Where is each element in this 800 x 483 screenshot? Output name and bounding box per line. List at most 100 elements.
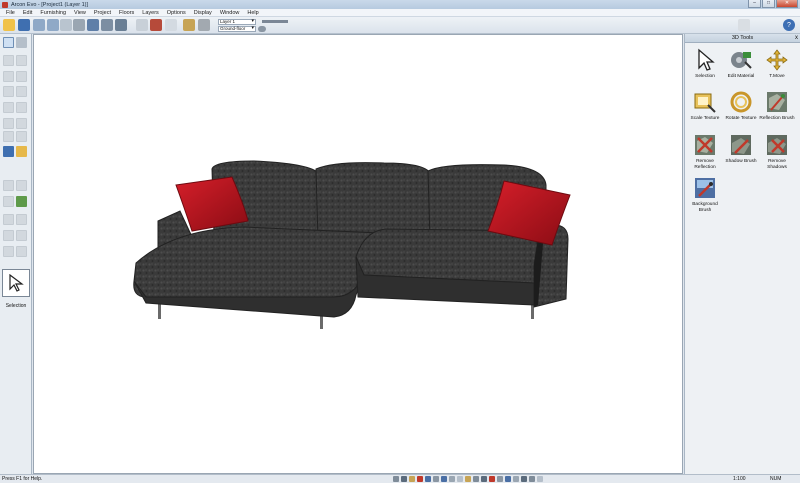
window-title: Arcon Evo - [Project1 (Layer 1)]: [11, 1, 89, 8]
screen-icon[interactable]: [101, 19, 113, 31]
pointer-plus-icon[interactable]: [16, 37, 27, 48]
light-icon[interactable]: [513, 476, 519, 482]
object-icon[interactable]: [473, 476, 479, 482]
line-tool-icon[interactable]: [3, 230, 14, 241]
column-tool-icon[interactable]: [3, 131, 14, 142]
tool-label: Remove Shadows: [767, 159, 787, 170]
undo-icon[interactable]: [33, 19, 45, 31]
panel-close-icon[interactable]: x: [795, 35, 798, 41]
menu-display[interactable]: Display: [190, 10, 216, 16]
2d-view-icon[interactable]: [136, 19, 148, 31]
refresh-icon[interactable]: [60, 19, 72, 31]
dimension-tool-icon[interactable]: [16, 214, 27, 225]
zoom-slider[interactable]: [262, 20, 288, 23]
move-icon[interactable]: [183, 19, 195, 31]
paint-tool-icon[interactable]: [16, 146, 27, 157]
layer-icon[interactable]: [425, 476, 431, 482]
tool-t-move[interactable]: T.Move: [759, 47, 795, 80]
monitor-icon[interactable]: [87, 19, 99, 31]
tool-selection[interactable]: Selection: [687, 47, 723, 80]
ortho-icon[interactable]: [441, 476, 447, 482]
menu-floors[interactable]: Floors: [115, 10, 138, 16]
save-icon[interactable]: [18, 19, 30, 31]
pen-icon[interactable]: [409, 476, 415, 482]
door-tool-icon[interactable]: [3, 71, 14, 82]
text-tool-icon[interactable]: [3, 214, 14, 225]
marker-icon[interactable]: [417, 476, 423, 482]
hand-icon[interactable]: [529, 476, 535, 482]
tool-rotate-texture[interactable]: Rotate Texture: [723, 89, 759, 122]
room-tool-icon[interactable]: [3, 118, 14, 129]
status-help-text: Press F1 for Help.: [2, 476, 43, 482]
angle-icon[interactable]: [433, 476, 439, 482]
tool-label: T.Move: [769, 74, 785, 79]
menu-layers[interactable]: Layers: [138, 10, 163, 16]
tools-icon[interactable]: [165, 19, 177, 31]
pin-icon[interactable]: [489, 476, 495, 482]
select-arrow-icon[interactable]: [3, 37, 14, 48]
settings-icon[interactable]: [537, 476, 543, 482]
tool-edit-material[interactable]: Edit Material: [723, 47, 759, 80]
snap-icon[interactable]: [393, 476, 399, 482]
support-tool-icon[interactable]: [16, 118, 27, 129]
tool-remove-reflection[interactable]: Remove Reflection: [687, 132, 723, 170]
tool-scale-texture[interactable]: Scale Texture: [687, 89, 723, 122]
beam-tool-icon[interactable]: [16, 131, 27, 142]
tool-shadow-brush[interactable]: Shadow Brush: [723, 132, 759, 165]
menu-file[interactable]: File: [2, 10, 19, 16]
window-tool-icon[interactable]: [16, 71, 27, 82]
tool-reflection-brush[interactable]: Reflection Brush: [759, 89, 795, 122]
ruler-icon[interactable]: [465, 476, 471, 482]
menu-window[interactable]: Window: [216, 10, 244, 16]
active-tool-selection[interactable]: [2, 269, 30, 297]
measure-tool-icon[interactable]: [16, 246, 27, 257]
menu-help[interactable]: Help: [243, 10, 262, 16]
ceiling-tool-icon[interactable]: [3, 102, 14, 113]
floor-tool-icon[interactable]: [16, 102, 27, 113]
symbol-tool-icon[interactable]: [3, 246, 14, 257]
help-icon[interactable]: ?: [783, 19, 795, 31]
pen-tool-icon[interactable]: [16, 230, 27, 241]
camera-icon[interactable]: [481, 476, 487, 482]
print-icon[interactable]: [73, 19, 85, 31]
terrain-tool-icon[interactable]: [16, 180, 27, 191]
wrench-icon[interactable]: [198, 19, 210, 31]
3d-viewport[interactable]: [33, 34, 683, 474]
floor-icon[interactable]: [505, 476, 511, 482]
floor-settings-icon[interactable]: [258, 25, 266, 32]
landscape-tool-icon[interactable]: [3, 180, 14, 191]
tool-label: Shadow Brush: [725, 159, 757, 164]
grid-icon[interactable]: [401, 476, 407, 482]
wall-tool-2-icon[interactable]: [16, 55, 27, 66]
menu-view[interactable]: View: [70, 10, 90, 16]
roof-tool-icon[interactable]: [16, 86, 27, 97]
arrow-cursor-icon: [698, 48, 715, 71]
redo-icon[interactable]: [47, 19, 59, 31]
3d-view-icon[interactable]: [150, 19, 162, 31]
text-icon[interactable]: [457, 476, 463, 482]
fence-tool-icon[interactable]: [3, 196, 14, 207]
catalog-icon[interactable]: [738, 19, 750, 31]
minimize-button[interactable]: –: [748, 0, 761, 8]
maximize-button[interactable]: □: [762, 0, 775, 8]
panel-title: 3D Tools: [731, 35, 754, 41]
tool-background-brush[interactable]: Background Brush: [687, 175, 723, 213]
menu-project[interactable]: Project: [90, 10, 115, 16]
tool-remove-shadows[interactable]: Remove Shadows: [759, 132, 795, 170]
person-tool-icon[interactable]: [3, 146, 14, 157]
tool-label: Rotate Texture: [725, 116, 757, 121]
walk-icon[interactable]: [521, 476, 527, 482]
open-folder-icon[interactable]: [3, 19, 15, 31]
close-button[interactable]: ✕: [776, 0, 798, 8]
floor-select[interactable]: Ground-floor: [218, 25, 256, 32]
menu-options[interactable]: Options: [163, 10, 190, 16]
measure-icon[interactable]: [449, 476, 455, 482]
wall-tool-icon[interactable]: [3, 55, 14, 66]
menu-edit[interactable]: Edit: [19, 10, 36, 16]
menu-furnishing[interactable]: Furnishing: [36, 10, 70, 16]
layer-select[interactable]: Layer 1: [218, 18, 256, 25]
zoom-icon[interactable]: [497, 476, 503, 482]
plant-tool-icon[interactable]: [16, 196, 27, 207]
stairs-tool-icon[interactable]: [3, 86, 14, 97]
grid-view-icon[interactable]: [115, 19, 127, 31]
